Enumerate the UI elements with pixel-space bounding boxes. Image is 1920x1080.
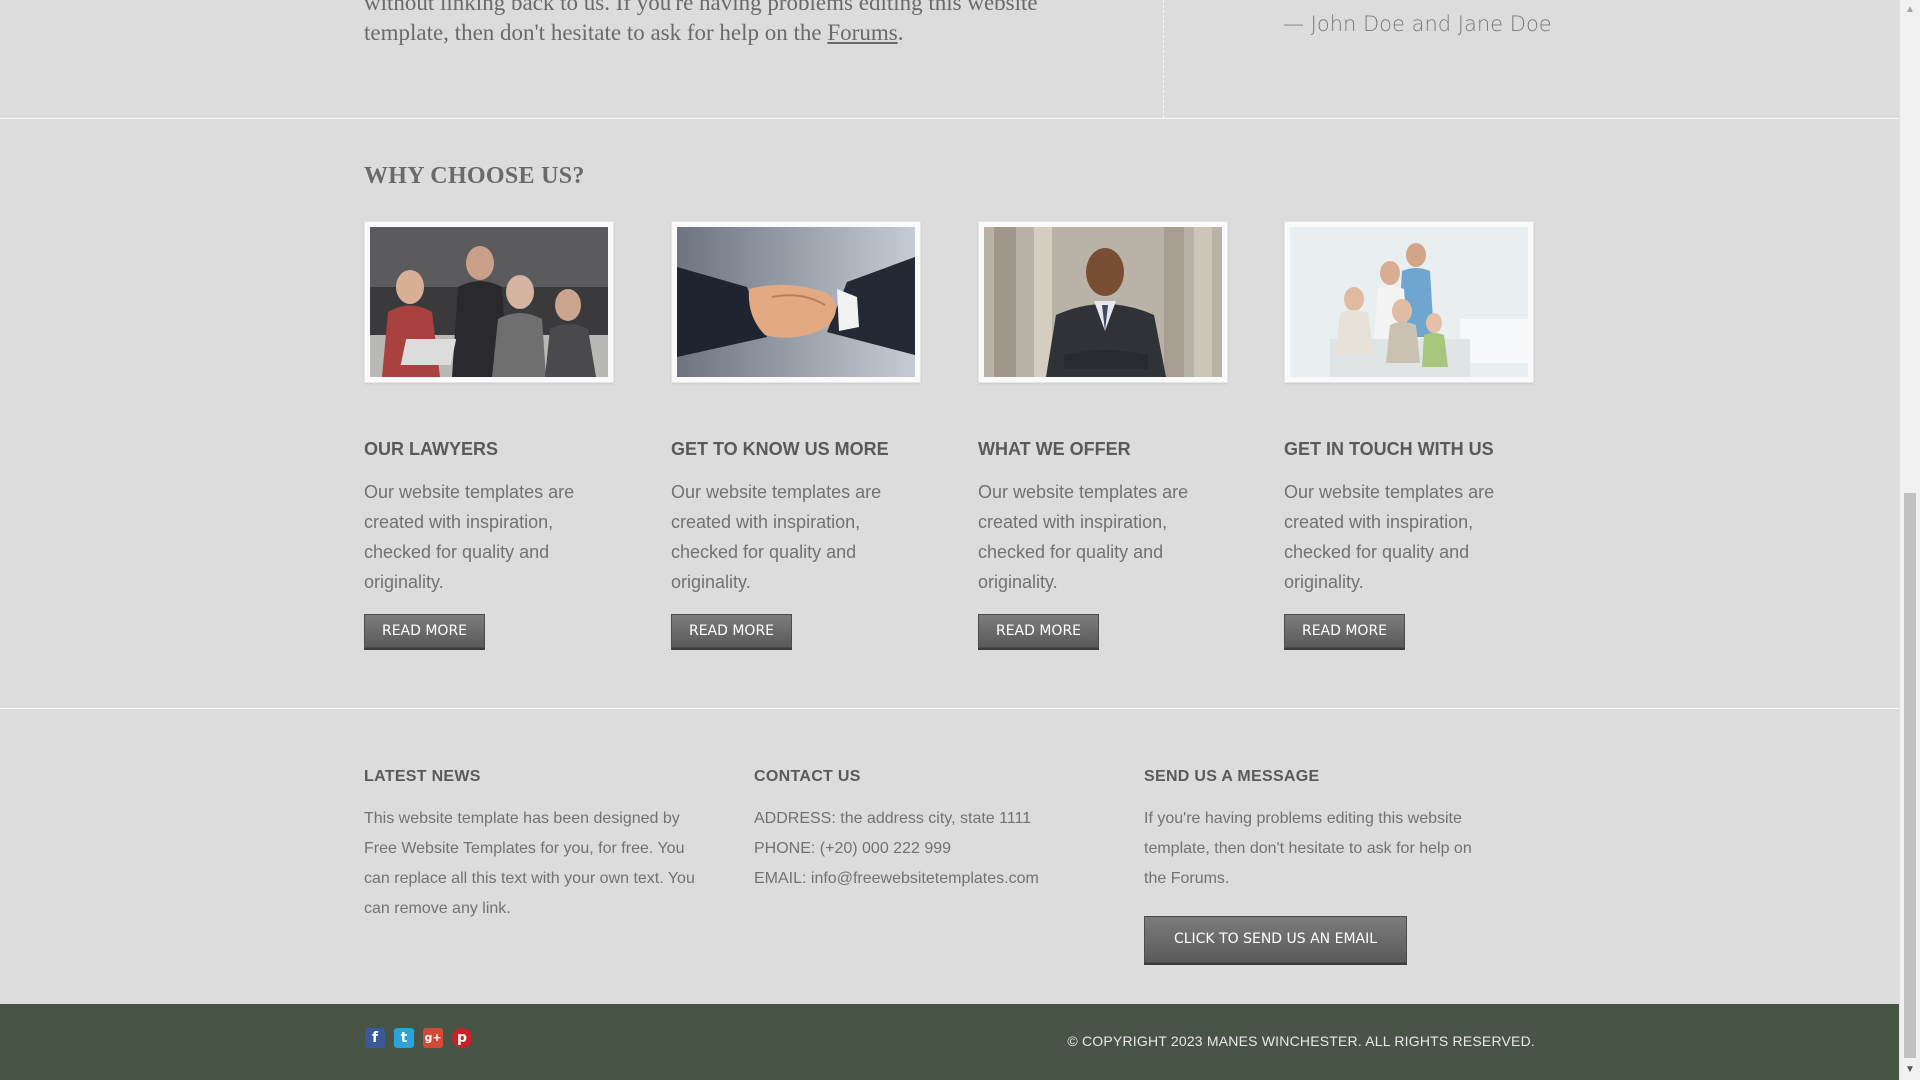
intro-divider bbox=[1163, 0, 1164, 118]
forums-link[interactable]: Forums bbox=[827, 20, 897, 45]
section-title: WHY CHOOSE US? bbox=[364, 163, 585, 189]
scrollbar-thumb[interactable] bbox=[1904, 493, 1916, 1058]
businessman-photo bbox=[984, 227, 1222, 377]
contact-email[interactable]: EMAIL: info@freewebsitetemplates.com bbox=[754, 864, 1094, 894]
card-our-lawyers: OUR LAWYERS Our website templates are cr… bbox=[364, 221, 614, 648]
businessman-illustration bbox=[984, 227, 1222, 377]
intro-line-1: without linking back to us. If you're ha… bbox=[364, 0, 1038, 15]
quote-author: — John Doe and Jane Doe bbox=[1283, 12, 1552, 36]
social-links: f t g+ p bbox=[365, 1028, 472, 1048]
send-message-text: If you're having problems editing this w… bbox=[1144, 810, 1472, 887]
card-title: WHAT WE OFFER bbox=[978, 439, 1131, 459]
latest-news-title: LATEST NEWS bbox=[364, 768, 481, 785]
send-message-title: SEND US A MESSAGE bbox=[1144, 768, 1320, 785]
card-get-to-know-us: GET TO KNOW US MORE Our website template… bbox=[671, 221, 921, 648]
card-title: GET IN TOUCH WITH US bbox=[1284, 439, 1494, 459]
card-thumbnail[interactable] bbox=[978, 221, 1228, 383]
read-more-button[interactable]: READ MORE bbox=[978, 614, 1099, 648]
card-get-in-touch: GET IN TOUCH WITH US Our website templat… bbox=[1284, 221, 1534, 648]
latest-news-column: LATEST NEWS This website template has be… bbox=[364, 768, 704, 924]
why-choose-us-section: WHY CHOOSE US? OUR LAWYERS Our website t… bbox=[0, 119, 1899, 709]
send-message-column: SEND US A MESSAGE If you're having probl… bbox=[1144, 768, 1494, 963]
copyright-text: © COPYRIGHT 2023 MANES WINCHESTER. ALL R… bbox=[1067, 1033, 1535, 1049]
handshake-photo bbox=[677, 227, 915, 377]
read-more-button[interactable]: READ MORE bbox=[1284, 614, 1405, 648]
contact-us-title: CONTACT US bbox=[754, 768, 861, 785]
lawyers-meeting-photo bbox=[370, 227, 608, 377]
page: without linking back to us. If you're ha… bbox=[0, 0, 1899, 1080]
contact-phone: PHONE: (+20) 000 222 999 bbox=[754, 840, 952, 857]
intro-line-2-prefix: template, then don't hesitate to ask for… bbox=[364, 20, 828, 45]
pinterest-icon[interactable]: p bbox=[452, 1028, 472, 1048]
handshake-illustration bbox=[677, 227, 915, 377]
vertical-scrollbar[interactable]: ▲ ▼ bbox=[1899, 0, 1920, 1080]
twitter-icon[interactable]: t bbox=[394, 1028, 414, 1048]
intro-text: without linking back to us. If you're ha… bbox=[364, 0, 1124, 48]
footer-bar: f t g+ p © COPYRIGHT 2023 MANES WINCHEST… bbox=[0, 1004, 1899, 1080]
info-section: LATEST NEWS This website template has be… bbox=[0, 710, 1899, 1004]
card-thumbnail[interactable] bbox=[364, 221, 614, 383]
card-text: Our website templates are created with i… bbox=[364, 482, 575, 592]
scroll-up-arrow-icon[interactable]: ▲ bbox=[1900, 0, 1920, 20]
card-text: Our website templates are created with i… bbox=[1284, 482, 1495, 592]
lawyers-meeting-illustration bbox=[370, 227, 608, 377]
read-more-button[interactable]: READ MORE bbox=[364, 614, 485, 648]
card-thumbnail[interactable] bbox=[1284, 221, 1534, 383]
contact-address: ADDRESS: the address city, state 1111 bbox=[754, 810, 1032, 827]
family-illustration bbox=[1290, 227, 1528, 377]
send-email-button[interactable]: CLICK TO SEND US AN EMAIL bbox=[1144, 916, 1407, 963]
google-plus-icon[interactable]: g+ bbox=[423, 1028, 443, 1048]
card-text: Our website templates are created with i… bbox=[671, 482, 882, 592]
card-thumbnail[interactable] bbox=[671, 221, 921, 383]
latest-news-text: This website template has been designed … bbox=[364, 810, 695, 917]
card-text: Our website templates are created with i… bbox=[978, 482, 1189, 592]
card-what-we-offer: WHAT WE OFFER Our website templates are … bbox=[978, 221, 1228, 648]
facebook-icon[interactable]: f bbox=[365, 1028, 385, 1048]
contact-us-column: CONTACT US ADDRESS: the address city, st… bbox=[754, 768, 1094, 894]
card-title: OUR LAWYERS bbox=[364, 439, 499, 459]
scroll-down-arrow-icon[interactable]: ▼ bbox=[1900, 1060, 1920, 1080]
intro-section: without linking back to us. If you're ha… bbox=[0, 0, 1899, 119]
read-more-button[interactable]: READ MORE bbox=[671, 614, 792, 648]
family-photo bbox=[1290, 227, 1528, 377]
card-title: GET TO KNOW US MORE bbox=[671, 439, 889, 459]
intro-line-2-suffix: . bbox=[897, 20, 904, 45]
